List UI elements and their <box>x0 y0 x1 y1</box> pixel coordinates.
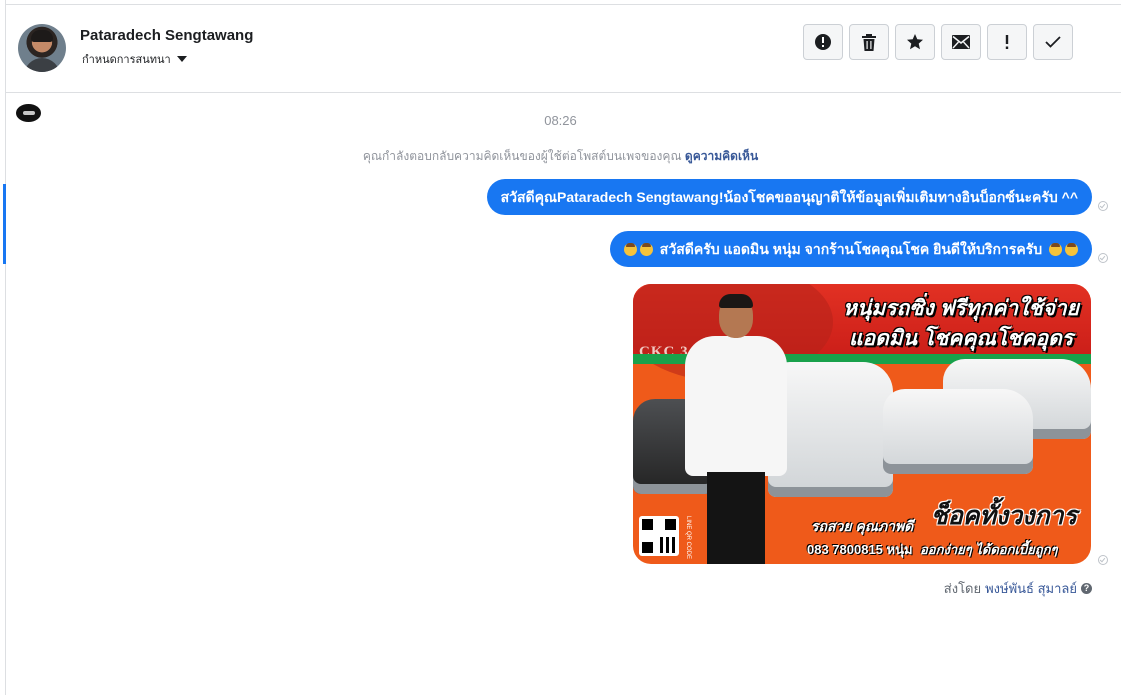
star-button[interactable] <box>895 24 935 60</box>
view-comment-link[interactable]: ดูความคิดเห็น <box>685 149 758 163</box>
message-text: สวัสดีครับ แอดมิน หนุ่ม จากร้านโชคคุณโชค… <box>659 241 1043 257</box>
active-conversation-indicator <box>3 184 6 264</box>
follow-up-button[interactable] <box>987 24 1027 60</box>
envelope-icon <box>952 35 970 49</box>
avatar-shirt <box>24 58 60 72</box>
message-timestamp: 08:26 <box>544 113 577 128</box>
ad-qr-label: LINE QR CODE <box>685 516 691 560</box>
notice-text: คุณกำลังตอบกลับความคิดเห็นของผู้ใช้ต่อโพ… <box>362 149 682 163</box>
exclamation-icon <box>1005 35 1009 49</box>
ad-phone: 083 7800815 หนุ่ม <box>807 542 913 557</box>
chevron-down-icon <box>176 56 187 62</box>
contact-avatar[interactable] <box>18 24 66 72</box>
checkmark-icon <box>1045 36 1061 48</box>
ad-line-1: รถสวย คุณภาพดี <box>811 518 914 534</box>
contact-name[interactable]: Pataradech Sengtawang <box>80 27 253 44</box>
comment-reply-notice: คุณกำลังตอบกลับความคิดเห็นของผู้ใช้ต่อโพ… <box>0 147 1121 166</box>
sent-message-bubble[interactable]: สวัสดีคุณPataradech Sengtawang!น้องโชคขอ… <box>486 179 1092 215</box>
emoji-man-icon <box>1065 243 1078 256</box>
delivered-check-icon <box>1098 555 1108 565</box>
emoji-man-icon <box>623 243 637 256</box>
sent-by-line: ส่งโดย พงษ์พันธ์ สุมาลย์ ? <box>944 578 1092 599</box>
avatar-hair <box>31 30 53 42</box>
assign-conversation-dropdown[interactable]: กำหนดการสนทนา <box>82 50 187 68</box>
ad-salesman-photo <box>681 292 791 564</box>
delivered-check-icon <box>1098 201 1108 211</box>
ad-person-hair <box>719 294 753 308</box>
sent-message-bubble[interactable]: สวัสดีครับ แอดมิน หนุ่ม จากร้านโชคคุณโชค… <box>609 231 1092 267</box>
mark-unread-button[interactable] <box>941 24 981 60</box>
message-text: สวัสดีคุณPataradech Sengtawang!น้องโชคขอ… <box>500 189 1078 205</box>
qr-code-icon <box>639 516 679 556</box>
conversation-toolbar <box>803 24 1073 60</box>
emoji-man-icon <box>1049 243 1062 256</box>
sent-image-attachment[interactable]: CKC 3 หนุ่มรถซิ่ง ฟรีทุกค่าใช้จ่าย แอดมิ… <box>633 284 1091 564</box>
ad-person-shirt <box>685 336 787 476</box>
ad-car-sedan <box>883 389 1033 474</box>
delivered-check-icon <box>1098 253 1108 263</box>
assign-conversation-label: กำหนดการสนทนา <box>82 54 171 66</box>
alert-circle-icon <box>815 34 831 50</box>
mark-spam-button[interactable] <box>803 24 843 60</box>
sender-name-link[interactable]: พงษ์พันธ์ สุมาลย์ <box>985 578 1077 599</box>
ad-slogan: ช็อคทั้งวงการ <box>930 502 1077 530</box>
ad-person-pants <box>707 472 765 564</box>
trash-icon <box>862 33 876 51</box>
sent-by-prefix: ส่งโดย <box>943 581 982 596</box>
ad-line-3: ออกง่ายๆ ได้ดอกเบี้ยถูกๆ <box>920 542 1058 557</box>
mark-done-button[interactable] <box>1033 24 1073 60</box>
ad-headline-1: หนุ่มรถซิ่ง ฟรีทุกค่าใช้จ่าย <box>843 297 1079 320</box>
emoji-man-icon <box>639 243 653 256</box>
delete-button[interactable] <box>849 24 889 60</box>
star-icon <box>907 34 923 50</box>
panel-left-border <box>5 0 6 695</box>
ad-headline-2: แอดมิน โชคคุณโชคอุดร <box>848 327 1073 350</box>
help-icon[interactable]: ? <box>1081 583 1092 594</box>
